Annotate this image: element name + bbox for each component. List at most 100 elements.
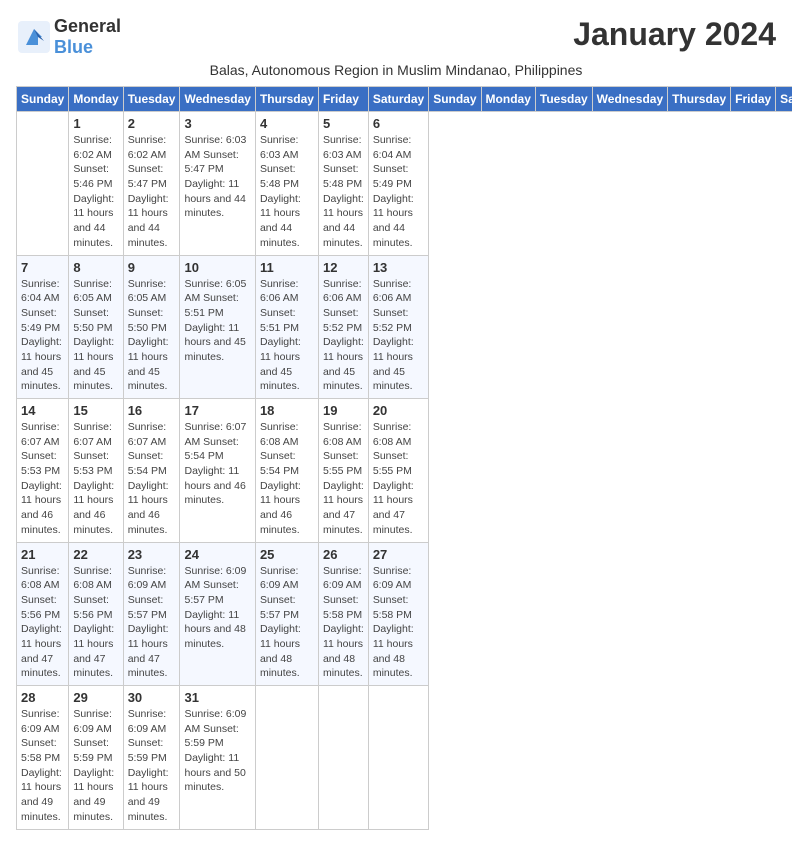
header-saturday: Saturday: [776, 87, 792, 112]
header-sunday: Sunday: [429, 87, 481, 112]
day-number: 16: [128, 403, 176, 418]
day-info: Sunrise: 6:08 AM Sunset: 5:55 PM Dayligh…: [323, 420, 364, 538]
day-info: Sunrise: 6:05 AM Sunset: 5:50 PM Dayligh…: [73, 277, 118, 395]
day-info: Sunrise: 6:09 AM Sunset: 5:59 PM Dayligh…: [184, 707, 250, 795]
calendar-cell: 22 Sunrise: 6:08 AM Sunset: 5:56 PM Dayli…: [69, 542, 123, 686]
day-info: Sunrise: 6:06 AM Sunset: 5:52 PM Dayligh…: [323, 277, 364, 395]
day-info: Sunrise: 6:07 AM Sunset: 5:54 PM Dayligh…: [184, 420, 250, 508]
day-info: Sunrise: 6:02 AM Sunset: 5:47 PM Dayligh…: [128, 133, 176, 251]
day-info: Sunrise: 6:04 AM Sunset: 5:49 PM Dayligh…: [373, 133, 424, 251]
calendar-week-2: 7 Sunrise: 6:04 AM Sunset: 5:49 PM Daylig…: [17, 255, 792, 399]
header-monday: Monday: [481, 87, 535, 112]
day-info: Sunrise: 6:02 AM Sunset: 5:46 PM Dayligh…: [73, 133, 118, 251]
calendar-cell: 21 Sunrise: 6:08 AM Sunset: 5:56 PM Dayli…: [17, 542, 69, 686]
logo-icon: [16, 19, 52, 55]
calendar-cell: 15 Sunrise: 6:07 AM Sunset: 5:53 PM Dayli…: [69, 399, 123, 543]
day-info: Sunrise: 6:09 AM Sunset: 5:59 PM Dayligh…: [73, 707, 118, 825]
logo-general: General: [54, 16, 121, 37]
calendar-cell: [17, 112, 69, 256]
day-number: 24: [184, 547, 250, 562]
calendar-week-3: 14 Sunrise: 6:07 AM Sunset: 5:53 PM Dayli…: [17, 399, 792, 543]
day-number: 20: [373, 403, 424, 418]
calendar-cell: 23 Sunrise: 6:09 AM Sunset: 5:57 PM Dayli…: [123, 542, 180, 686]
calendar-cell: 25Sunrise: 6:09 AM Sunset: 5:57 PM Dayli…: [255, 542, 318, 686]
calendar-cell: 8 Sunrise: 6:05 AM Sunset: 5:50 PM Daylig…: [69, 255, 123, 399]
day-info: Sunrise: 6:08 AM Sunset: 5:54 PM Dayligh…: [260, 420, 314, 538]
page-header: General Blue January 2024: [16, 16, 776, 58]
day-info: Sunrise: 6:03 AM Sunset: 5:48 PM Dayligh…: [260, 133, 314, 251]
day-number: 26: [323, 547, 364, 562]
day-number: 29: [73, 690, 118, 705]
calendar-cell: 24Sunrise: 6:09 AM Sunset: 5:57 PM Dayli…: [180, 542, 255, 686]
day-info: Sunrise: 6:05 AM Sunset: 5:51 PM Dayligh…: [184, 277, 250, 365]
day-info: Sunrise: 6:09 AM Sunset: 5:57 PM Dayligh…: [128, 564, 176, 682]
logo: General Blue: [16, 16, 121, 58]
day-number: 17: [184, 403, 250, 418]
day-info: Sunrise: 6:09 AM Sunset: 5:58 PM Dayligh…: [21, 707, 64, 825]
day-number: 12: [323, 260, 364, 275]
day-number: 11: [260, 260, 314, 275]
day-number: 21: [21, 547, 64, 562]
header-wednesday: Wednesday: [180, 87, 255, 112]
day-info: Sunrise: 6:03 AM Sunset: 5:47 PM Dayligh…: [184, 133, 250, 221]
day-number: 19: [323, 403, 364, 418]
day-number: 14: [21, 403, 64, 418]
calendar-cell: 26 Sunrise: 6:09 AM Sunset: 5:58 PM Dayli…: [318, 542, 368, 686]
day-number: 27: [373, 547, 424, 562]
calendar-cell: 12 Sunrise: 6:06 AM Sunset: 5:52 PM Dayli…: [318, 255, 368, 399]
header-friday: Friday: [731, 87, 776, 112]
header-thursday: Thursday: [668, 87, 731, 112]
day-number: 30: [128, 690, 176, 705]
calendar-subtitle: Balas, Autonomous Region in Muslim Minda…: [16, 62, 776, 78]
day-info: Sunrise: 6:07 AM Sunset: 5:53 PM Dayligh…: [73, 420, 118, 538]
day-number: 15: [73, 403, 118, 418]
day-number: 8: [73, 260, 118, 275]
calendar-cell: [255, 686, 318, 830]
header-wednesday: Wednesday: [592, 87, 667, 112]
calendar-cell: 9 Sunrise: 6:05 AM Sunset: 5:50 PM Daylig…: [123, 255, 180, 399]
day-number: 25: [260, 547, 314, 562]
day-info: Sunrise: 6:09 AM Sunset: 5:58 PM Dayligh…: [323, 564, 364, 682]
calendar-cell: 28Sunrise: 6:09 AM Sunset: 5:58 PM Dayli…: [17, 686, 69, 830]
header-tuesday: Tuesday: [123, 87, 180, 112]
day-number: 7: [21, 260, 64, 275]
day-info: Sunrise: 6:03 AM Sunset: 5:48 PM Dayligh…: [323, 133, 364, 251]
day-number: 13: [373, 260, 424, 275]
calendar-cell: 18 Sunrise: 6:08 AM Sunset: 5:54 PM Dayli…: [255, 399, 318, 543]
day-number: 22: [73, 547, 118, 562]
calendar-header-row: SundayMondayTuesdayWednesdayThursdayFrid…: [17, 87, 792, 112]
calendar-cell: 17 Sunrise: 6:07 AM Sunset: 5:54 PM Dayli…: [180, 399, 255, 543]
day-info: Sunrise: 6:05 AM Sunset: 5:50 PM Dayligh…: [128, 277, 176, 395]
day-info: Sunrise: 6:09 AM Sunset: 5:59 PM Dayligh…: [128, 707, 176, 825]
calendar-week-1: 1Sunrise: 6:02 AM Sunset: 5:46 PM Daylig…: [17, 112, 792, 256]
day-info: Sunrise: 6:08 AM Sunset: 5:56 PM Dayligh…: [21, 564, 64, 682]
day-info: Sunrise: 6:09 AM Sunset: 5:58 PM Dayligh…: [373, 564, 424, 682]
calendar-cell: 1Sunrise: 6:02 AM Sunset: 5:46 PM Daylig…: [69, 112, 123, 256]
calendar-cell: 14 Sunrise: 6:07 AM Sunset: 5:53 PM Dayli…: [17, 399, 69, 543]
day-info: Sunrise: 6:08 AM Sunset: 5:56 PM Dayligh…: [73, 564, 118, 682]
calendar-cell: 16Sunrise: 6:07 AM Sunset: 5:54 PM Dayli…: [123, 399, 180, 543]
calendar-cell: 29 Sunrise: 6:09 AM Sunset: 5:59 PM Dayli…: [69, 686, 123, 830]
header-monday: Monday: [69, 87, 123, 112]
header-saturday: Saturday: [368, 87, 428, 112]
day-info: Sunrise: 6:04 AM Sunset: 5:49 PM Dayligh…: [21, 277, 64, 395]
day-number: 5: [323, 116, 364, 131]
calendar-cell: 2 Sunrise: 6:02 AM Sunset: 5:47 PM Daylig…: [123, 112, 180, 256]
day-info: Sunrise: 6:07 AM Sunset: 5:53 PM Dayligh…: [21, 420, 64, 538]
day-number: 23: [128, 547, 176, 562]
header-sunday: Sunday: [17, 87, 69, 112]
day-number: 9: [128, 260, 176, 275]
day-info: Sunrise: 6:06 AM Sunset: 5:52 PM Dayligh…: [373, 277, 424, 395]
calendar-cell: 19 Sunrise: 6:08 AM Sunset: 5:55 PM Dayli…: [318, 399, 368, 543]
calendar-cell: 6Sunrise: 6:04 AM Sunset: 5:49 PM Daylig…: [368, 112, 428, 256]
day-number: 18: [260, 403, 314, 418]
header-tuesday: Tuesday: [535, 87, 592, 112]
month-title: January 2024: [573, 16, 776, 53]
day-info: Sunrise: 6:08 AM Sunset: 5:55 PM Dayligh…: [373, 420, 424, 538]
calendar-week-5: 28Sunrise: 6:09 AM Sunset: 5:58 PM Dayli…: [17, 686, 792, 830]
calendar-cell: 20 Sunrise: 6:08 AM Sunset: 5:55 PM Dayli…: [368, 399, 428, 543]
calendar-cell: 27 Sunrise: 6:09 AM Sunset: 5:58 PM Dayli…: [368, 542, 428, 686]
calendar-cell: 7 Sunrise: 6:04 AM Sunset: 5:49 PM Daylig…: [17, 255, 69, 399]
day-number: 2: [128, 116, 176, 131]
day-number: 3: [184, 116, 250, 131]
